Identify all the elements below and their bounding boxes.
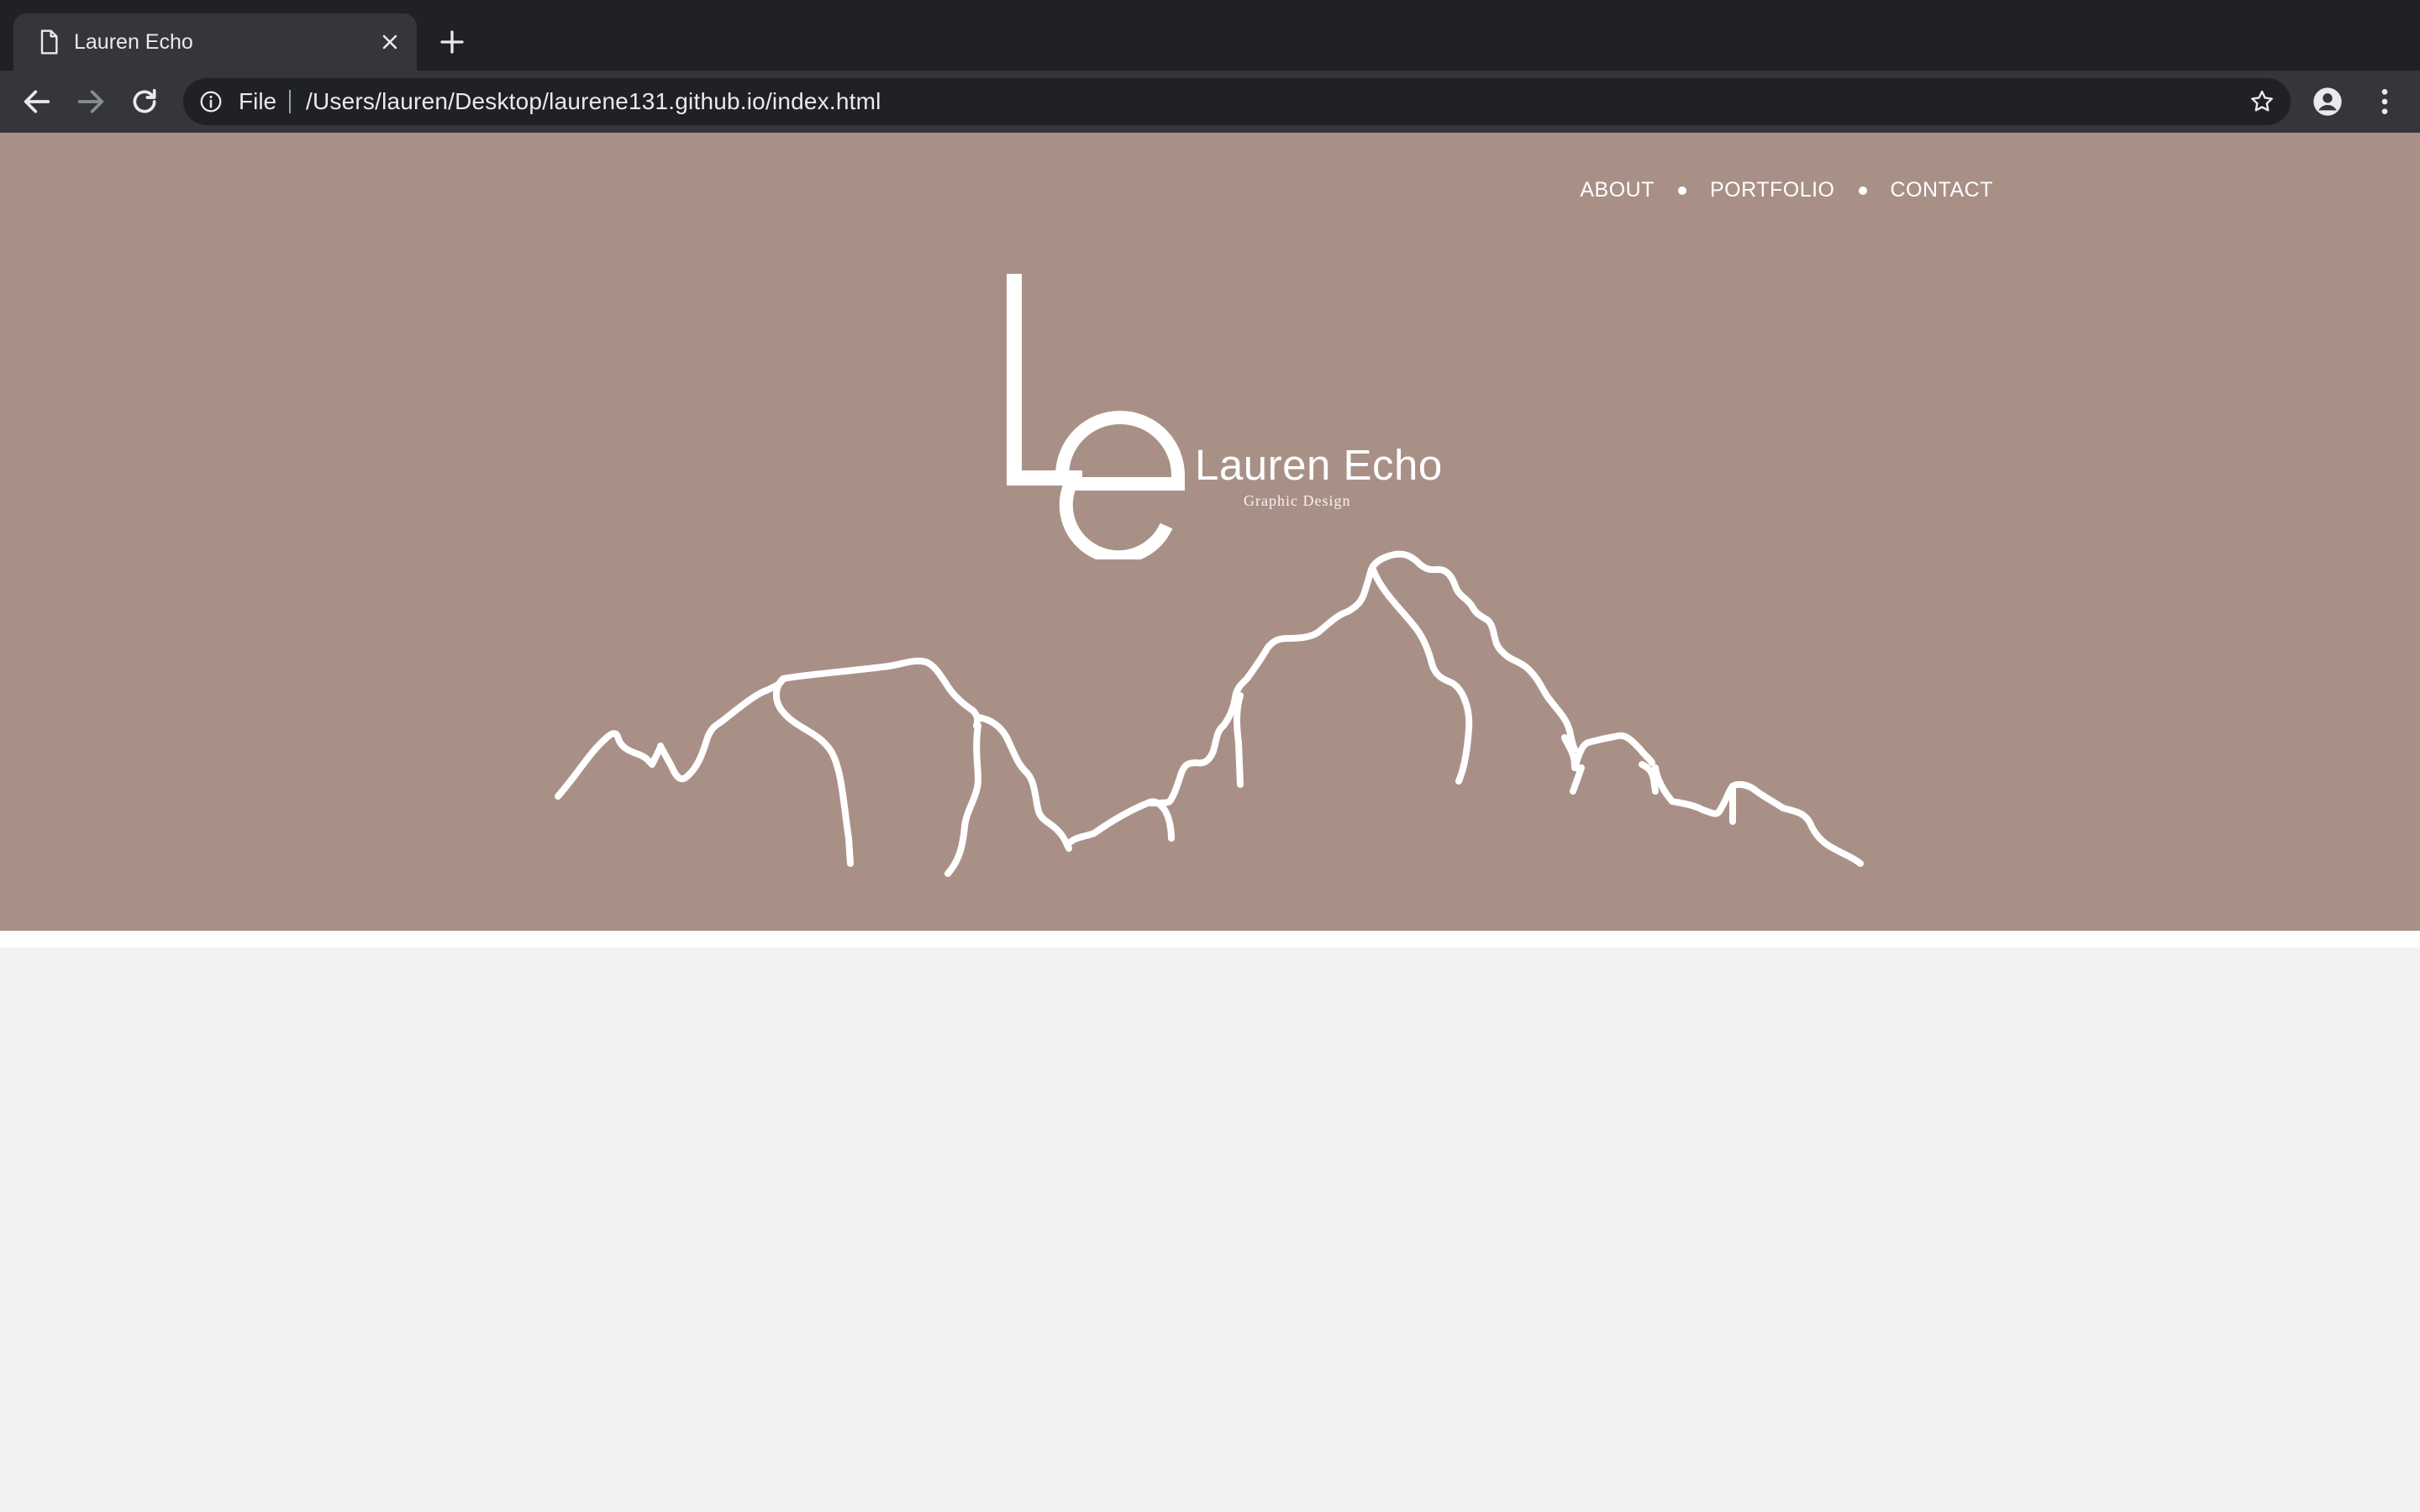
hero-bottom-band [0, 931, 2420, 948]
forward-icon[interactable] [74, 85, 108, 118]
browser-toolbar: File /Users/lauren/Desktop/laurene131.gi… [0, 71, 2420, 133]
tab-title: Lauren Echo [74, 30, 193, 54]
close-icon[interactable] [378, 30, 402, 54]
hero-section: ABOUT PORTFOLIO CONTACT Lauren Echo Grap… [0, 133, 2420, 931]
scheme-label: File [239, 88, 277, 114]
menu-icon[interactable] [2368, 85, 2402, 118]
url-text[interactable]: /Users/lauren/Desktop/laurene131.github.… [306, 78, 881, 125]
info-icon[interactable] [198, 89, 224, 114]
tab-strip: Lauren Echo [0, 0, 2420, 71]
profile-icon[interactable] [2311, 85, 2344, 118]
browser-tab[interactable]: Lauren Echo [13, 13, 417, 71]
document-icon [40, 29, 58, 55]
star-icon[interactable] [2249, 88, 2275, 115]
back-icon[interactable] [20, 85, 54, 118]
reload-icon[interactable] [128, 85, 161, 118]
address-bar[interactable]: File /Users/lauren/Desktop/laurene131.gi… [183, 78, 2291, 125]
plus-icon[interactable] [437, 27, 467, 57]
omnibox-divider [289, 90, 291, 113]
mountain-line-illustration [555, 550, 1864, 877]
